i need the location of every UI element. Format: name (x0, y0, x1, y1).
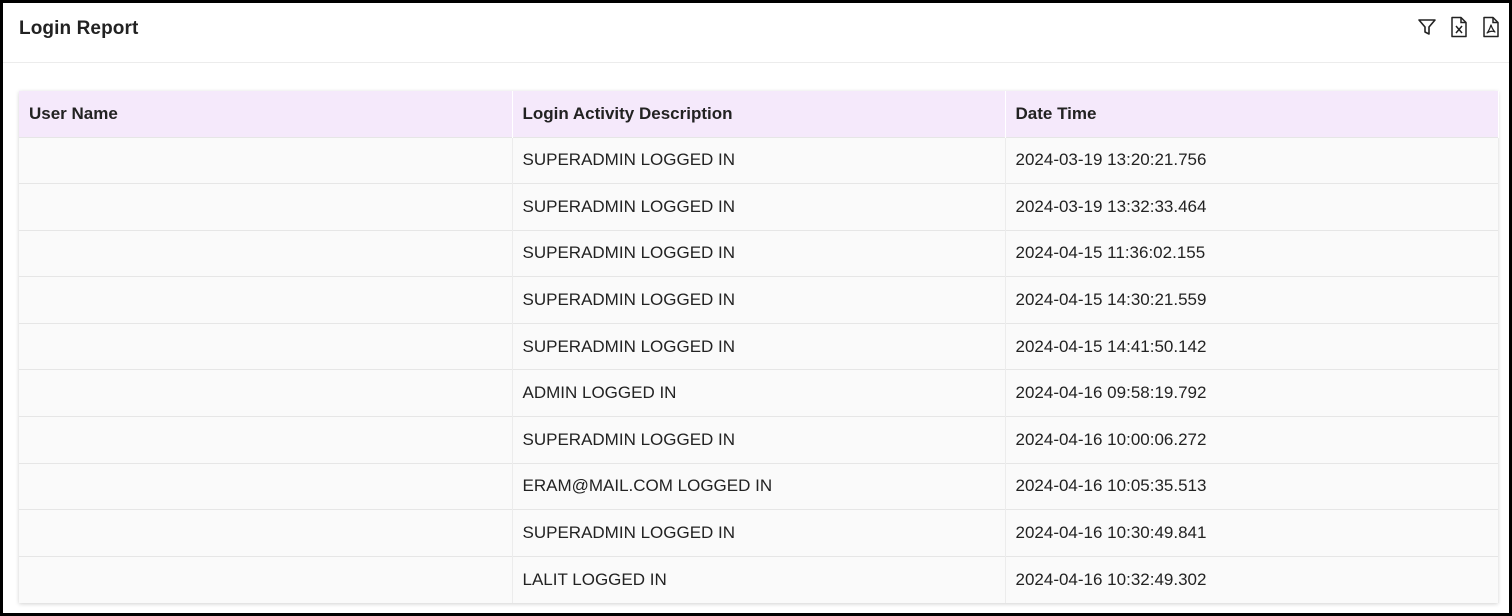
page-title: Login Report (19, 18, 139, 39)
cell-user-name (19, 323, 513, 370)
table-row[interactable]: SUPERADMIN LOGGED IN 2024-03-19 13:20:21… (19, 137, 1499, 184)
header-actions (1415, 15, 1503, 39)
cell-description: SUPERADMIN LOGGED IN (512, 137, 1006, 184)
cell-date-time: 2024-04-16 09:58:19.792 (1005, 369, 1499, 417)
cell-user-name (19, 369, 513, 417)
cell-user-name (19, 556, 513, 603)
cell-description: SUPERADMIN LOGGED IN (512, 183, 1006, 231)
column-header-date-time[interactable]: Date Time (1005, 91, 1499, 137)
cell-user-name (19, 230, 513, 277)
cell-user-name (19, 416, 513, 464)
excel-export-icon (1451, 16, 1467, 38)
cell-user-name (19, 137, 513, 184)
cell-date-time: 2024-03-19 13:20:21.756 (1005, 137, 1499, 184)
export-excel-button[interactable] (1447, 15, 1471, 39)
panel-header: Login Report (3, 3, 1509, 63)
cell-user-name (19, 463, 513, 510)
table-header-row: User Name Login Activity Description Dat… (19, 91, 1499, 137)
table-row[interactable]: ERAM@MAIL.COM LOGGED IN 2024-04-16 10:05… (19, 463, 1499, 510)
table-row[interactable]: SUPERADMIN LOGGED IN 2024-04-16 10:00:06… (19, 416, 1499, 464)
cell-user-name (19, 509, 513, 557)
cell-description: SUPERADMIN LOGGED IN (512, 416, 1006, 464)
filter-button[interactable] (1415, 15, 1439, 39)
login-report-panel: Login Report User Name Login Activity De… (0, 0, 1512, 616)
filter-icon (1418, 19, 1436, 35)
cell-description: SUPERADMIN LOGGED IN (512, 509, 1006, 557)
export-pdf-button[interactable] (1479, 15, 1503, 39)
cell-description: LALIT LOGGED IN (512, 556, 1006, 603)
cell-date-time: 2024-04-15 14:41:50.142 (1005, 323, 1499, 370)
cell-description: ERAM@MAIL.COM LOGGED IN (512, 463, 1006, 510)
cell-date-time: 2024-04-16 10:00:06.272 (1005, 416, 1499, 464)
table-row[interactable]: SUPERADMIN LOGGED IN 2024-04-16 10:30:49… (19, 509, 1499, 557)
table-row[interactable]: SUPERADMIN LOGGED IN 2024-04-15 11:36:02… (19, 230, 1499, 277)
cell-date-time: 2024-04-16 10:32:49.302 (1005, 556, 1499, 603)
login-report-table: User Name Login Activity Description Dat… (19, 91, 1499, 603)
pdf-export-icon (1483, 16, 1499, 38)
cell-date-time: 2024-03-19 13:32:33.464 (1005, 183, 1499, 231)
table-row[interactable]: SUPERADMIN LOGGED IN 2024-04-15 14:30:21… (19, 276, 1499, 324)
column-header-user-name[interactable]: User Name (19, 91, 513, 137)
column-header-description[interactable]: Login Activity Description (512, 91, 1006, 137)
table-row[interactable]: SUPERADMIN LOGGED IN 2024-04-15 14:41:50… (19, 323, 1499, 370)
cell-date-time: 2024-04-16 10:30:49.841 (1005, 509, 1499, 557)
table-row[interactable]: ADMIN LOGGED IN 2024-04-16 09:58:19.792 (19, 369, 1499, 417)
cell-description: SUPERADMIN LOGGED IN (512, 276, 1006, 324)
cell-description: SUPERADMIN LOGGED IN (512, 323, 1006, 370)
cell-date-time: 2024-04-15 14:30:21.559 (1005, 276, 1499, 324)
cell-description: ADMIN LOGGED IN (512, 369, 1006, 417)
table-row[interactable]: LALIT LOGGED IN 2024-04-16 10:32:49.302 (19, 556, 1499, 603)
cell-date-time: 2024-04-16 10:05:35.513 (1005, 463, 1499, 510)
table-row[interactable]: SUPERADMIN LOGGED IN 2024-03-19 13:32:33… (19, 183, 1499, 231)
cell-user-name (19, 276, 513, 324)
cell-description: SUPERADMIN LOGGED IN (512, 230, 1006, 277)
cell-user-name (19, 183, 513, 231)
cell-date-time: 2024-04-15 11:36:02.155 (1005, 230, 1499, 277)
